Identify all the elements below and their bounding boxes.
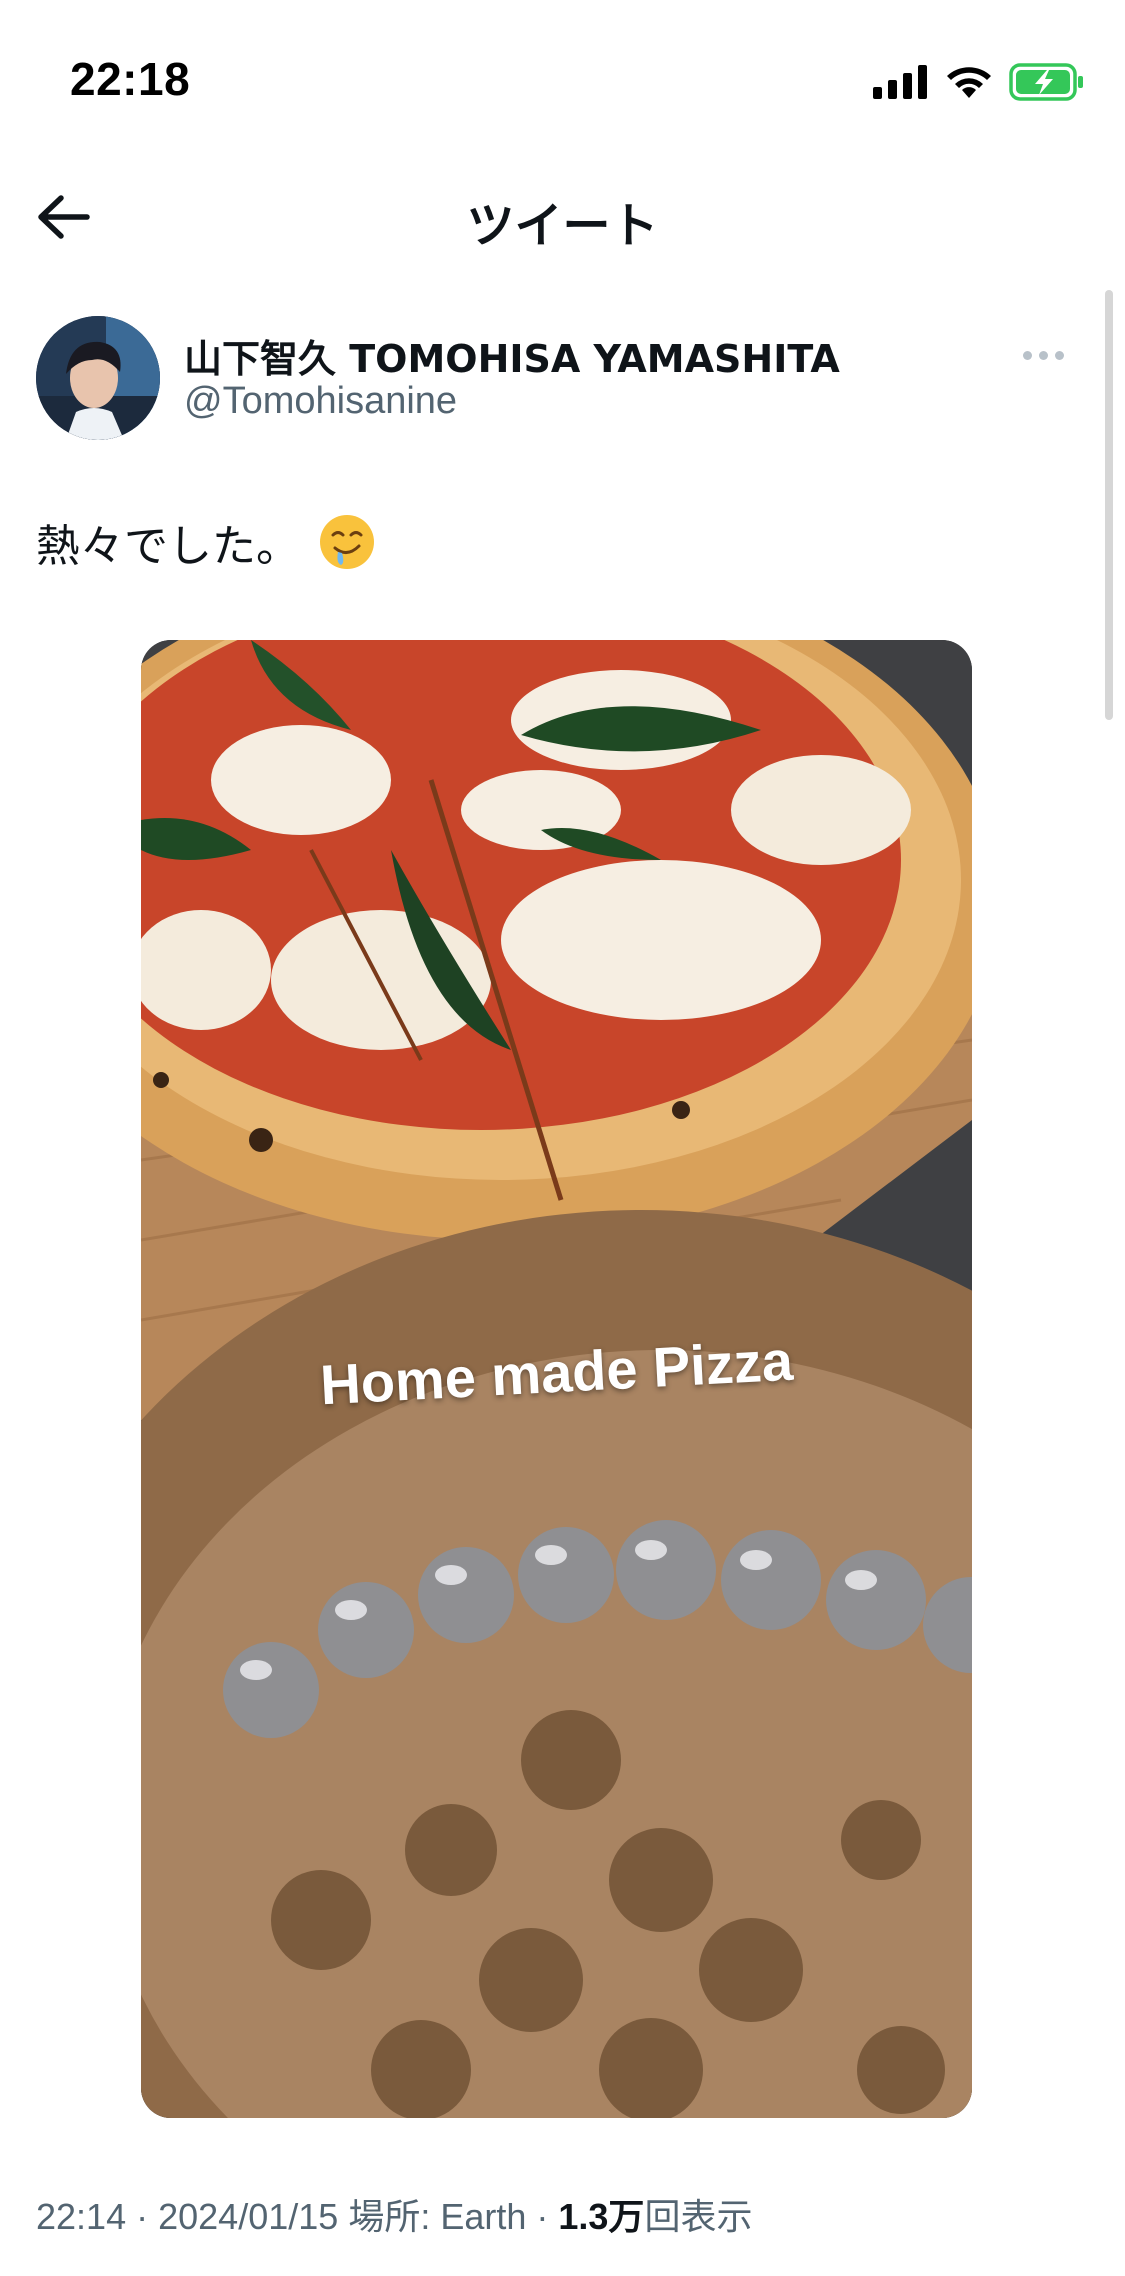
meta-separator: · — [136, 2196, 159, 2237]
author-display-name[interactable]: 山下智久 TOMOHISA YAMASHITA — [184, 328, 840, 383]
meta-separator: · — [536, 2196, 559, 2237]
drooling-face-emoji-icon — [320, 515, 374, 569]
status-time: 22:18 — [70, 53, 191, 105]
status-bar: 22:18 — [0, 0, 1125, 160]
tweet-text: 熱々でした。 — [36, 510, 376, 574]
battery-charging-icon — [1009, 63, 1083, 101]
status-icons — [873, 58, 1085, 106]
avatar-image — [36, 316, 160, 440]
tweet-time[interactable]: 22:14 — [36, 2196, 126, 2237]
more-dot-icon — [1054, 350, 1064, 360]
tweet-location[interactable]: 場所: Earth — [348, 2196, 526, 2237]
nav-header: ツイート — [0, 160, 1125, 270]
more-options-button[interactable] — [1013, 335, 1073, 375]
scrollbar-thumb[interactable] — [1105, 290, 1113, 720]
author-handle[interactable]: @Tomohisanine — [184, 380, 457, 423]
signal-icon — [873, 65, 927, 99]
views-label: 回表示 — [644, 2196, 753, 2237]
tweet-body: 熱々でした。 — [36, 521, 300, 572]
avatar[interactable] — [36, 316, 160, 440]
tweet-date[interactable]: 2024/01/15 — [158, 2196, 338, 2237]
tweet-meta: 22:14 · 2024/01/15 場所: Earth · 1.3万回表示 — [36, 2188, 752, 2240]
tweet-detail-screen: 22:18 ツイート 山下智久 TOMOHISA YAMASHITA @Tomo… — [0, 0, 1125, 2276]
views-count[interactable]: 1.3万 — [558, 2196, 644, 2237]
wifi-icon — [947, 67, 991, 98]
page-title: ツイート — [466, 198, 659, 254]
more-dot-icon — [1022, 350, 1032, 360]
scrollbar[interactable] — [1105, 290, 1113, 720]
tweet-media-image[interactable]: Home made Pizza — [141, 640, 972, 2118]
more-dot-icon — [1038, 350, 1048, 360]
